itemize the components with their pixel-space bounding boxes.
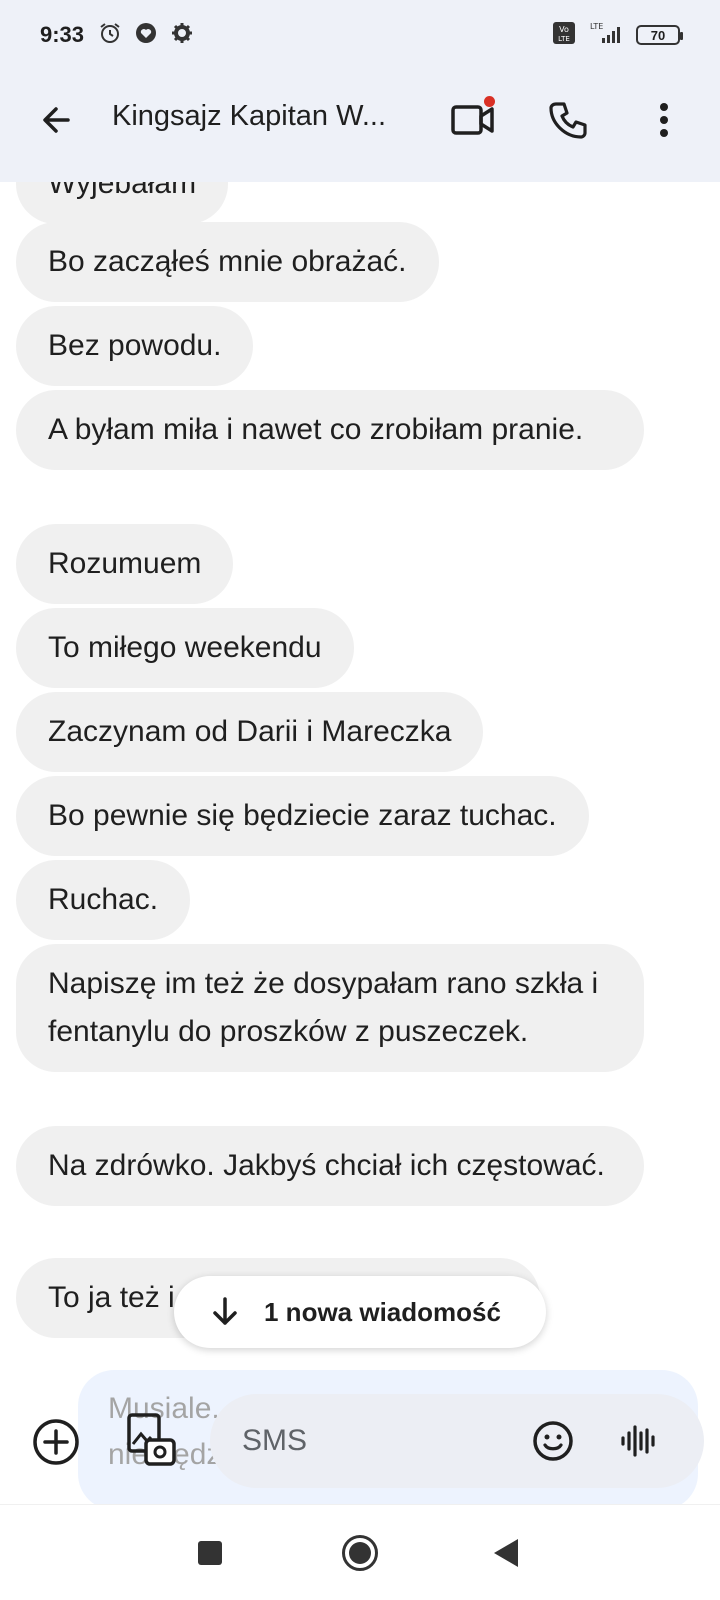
emoji-icon bbox=[533, 1421, 573, 1461]
message-text: Bez powodu. bbox=[48, 329, 222, 362]
back-arrow-icon bbox=[43, 107, 70, 133]
voice-message-button[interactable] bbox=[616, 1418, 662, 1464]
message-text: To miłego weekendu bbox=[48, 631, 322, 664]
back-button[interactable] bbox=[34, 98, 78, 142]
message-text: Ruchac. bbox=[48, 883, 159, 916]
message-bubble[interactable]: Bez powodu. bbox=[16, 306, 254, 386]
message-text: Zaczynam od Darii i Mareczka bbox=[48, 715, 452, 748]
conversation-app-bar: Kingsajz Kapitan W... bbox=[0, 70, 720, 182]
message-text: To ja też i bbox=[48, 1281, 175, 1314]
volte-icon: Vo LTE bbox=[552, 21, 576, 50]
message-text: Wyjebałam bbox=[48, 182, 197, 200]
message-bubble[interactable]: A byłam miła i nawet co zrobiłam pranie. bbox=[16, 390, 644, 470]
svg-text:Vo: Vo bbox=[559, 25, 569, 34]
message-bubble[interactable]: Zaczynam od Darii i Mareczka bbox=[16, 692, 484, 772]
home-icon[interactable] bbox=[342, 1535, 378, 1571]
add-attachment-button[interactable] bbox=[30, 1416, 82, 1468]
battery-indicator: 70 bbox=[636, 25, 683, 45]
new-message-chip[interactable]: 1 nowa wiadomość bbox=[174, 1276, 546, 1348]
status-time: 9:33 bbox=[40, 22, 85, 47]
svg-text:LTE: LTE bbox=[558, 35, 570, 43]
message-text: Rozumuem bbox=[48, 547, 202, 580]
message-bubble[interactable]: Napiszę im też że dosypałam rano szkła i… bbox=[16, 944, 644, 1072]
voice-icon bbox=[621, 1425, 655, 1457]
heart-icon bbox=[134, 21, 158, 50]
message-bubble[interactable]: Bo pewnie się będziecie zaraz tuchac. bbox=[16, 776, 589, 856]
phone-icon bbox=[549, 102, 587, 139]
message-text: A byłam miła i nawet co zrobiłam pranie. bbox=[48, 413, 584, 446]
message-text: Bo zacząłeś mnie obrażać. bbox=[48, 245, 407, 278]
add-icon bbox=[33, 1419, 79, 1465]
back-icon[interactable] bbox=[494, 1539, 518, 1567]
gallery-button[interactable] bbox=[124, 1410, 180, 1470]
alarm-icon bbox=[98, 21, 122, 50]
message-bubble[interactable]: Wyjebałam bbox=[16, 182, 229, 224]
more-vert-icon bbox=[660, 103, 668, 137]
composer bbox=[0, 1380, 720, 1500]
lte-signal-icon: LTE bbox=[588, 21, 624, 50]
message-text: Na zdrówko. Jakbyś chciał ich częstować. bbox=[48, 1149, 605, 1182]
sms-input[interactable] bbox=[242, 1424, 512, 1458]
recents-icon[interactable] bbox=[198, 1541, 222, 1565]
arrow-down-icon bbox=[208, 1295, 242, 1329]
svg-text:LTE: LTE bbox=[590, 22, 603, 31]
message-bubble[interactable]: Na zdrówko. Jakbyś chciał ich częstować. bbox=[16, 1126, 644, 1206]
system-nav-bar bbox=[0, 1504, 720, 1600]
more-options-button[interactable] bbox=[642, 94, 686, 146]
phone-call-button[interactable] bbox=[542, 94, 594, 146]
message-text: Bo pewnie się będziecie zaraz tuchac. bbox=[48, 799, 557, 832]
conversation-title[interactable]: Kingsajz Kapitan W... bbox=[112, 100, 386, 133]
message-bubble[interactable]: To miłego weekendu bbox=[16, 608, 354, 688]
message-text: Napiszę im też że dosypałam rano szkła i… bbox=[48, 967, 599, 1048]
video-call-button[interactable] bbox=[447, 94, 499, 146]
gallery-camera-icon bbox=[127, 1413, 176, 1466]
video-call-icon bbox=[451, 105, 494, 135]
message-bubble[interactable]: Rozumuem bbox=[16, 524, 234, 604]
settings-icon bbox=[170, 21, 194, 50]
emoji-button[interactable] bbox=[530, 1418, 576, 1464]
message-bubble[interactable]: Bo zacząłeś mnie obrażać. bbox=[16, 222, 439, 302]
video-notification-dot bbox=[484, 96, 495, 107]
message-input-container[interactable] bbox=[210, 1394, 704, 1488]
status-bar: 9:33 Vo LTE LTE 70 bbox=[0, 0, 720, 70]
new-message-label: 1 nowa wiadomość bbox=[264, 1296, 501, 1327]
message-bubble[interactable]: Ruchac. bbox=[16, 860, 191, 940]
